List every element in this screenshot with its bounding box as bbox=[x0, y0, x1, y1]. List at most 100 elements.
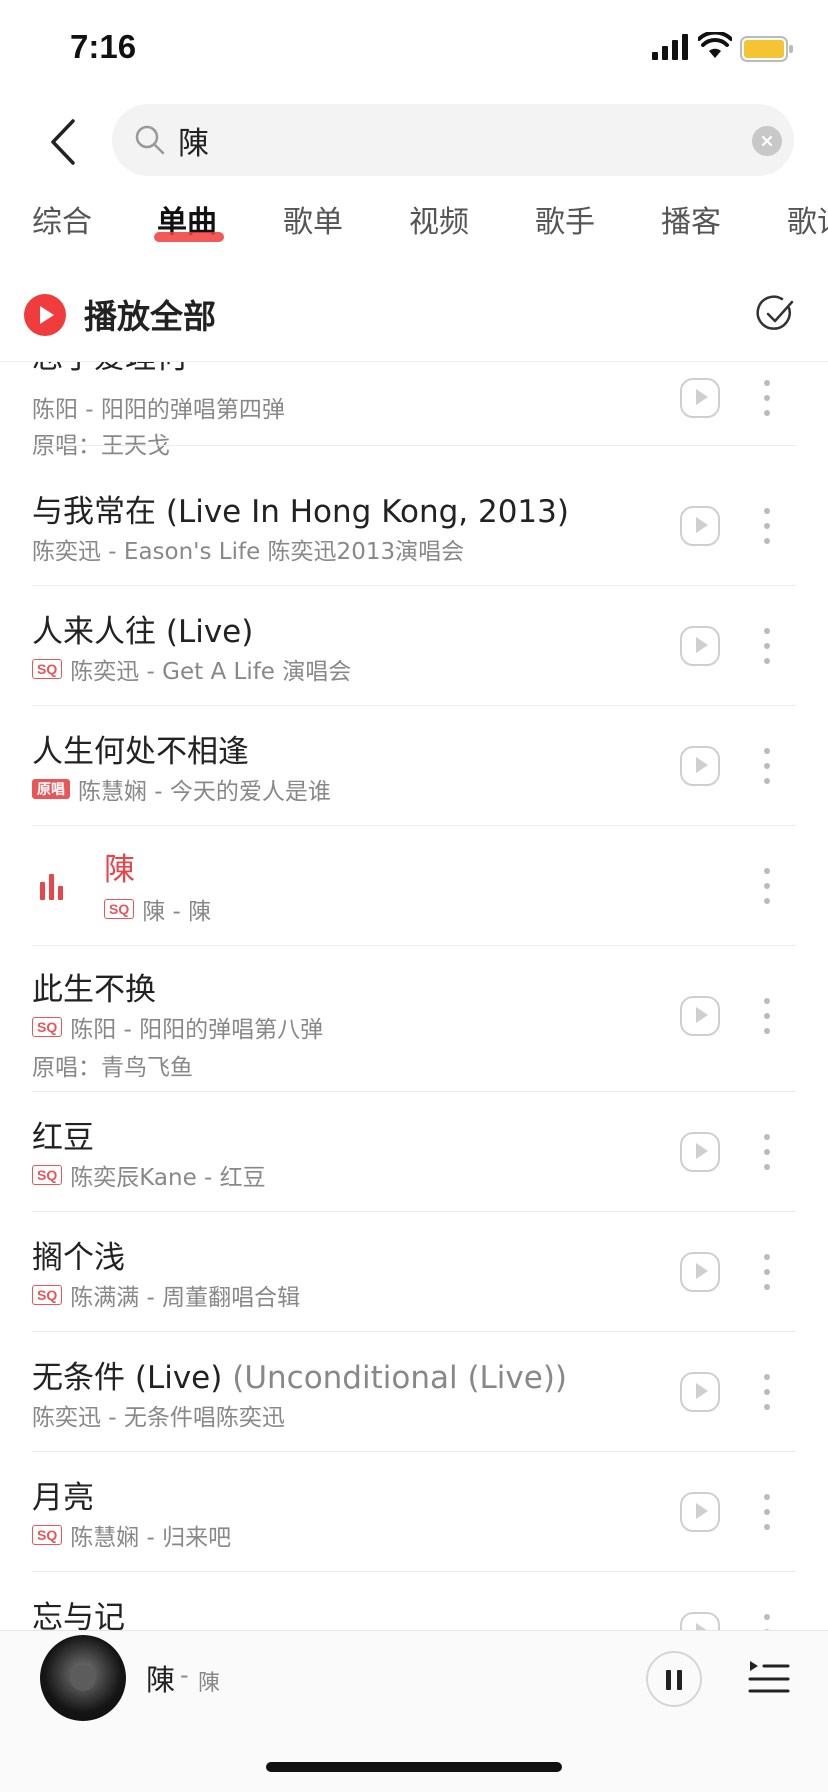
mv-play-icon[interactable] bbox=[680, 626, 720, 666]
more-options-icon[interactable] bbox=[762, 868, 772, 904]
song-artist-album: 陈慧娴 - 归来吧 bbox=[70, 1525, 232, 1551]
tab-artists[interactable]: 歌手 bbox=[535, 196, 595, 250]
mv-play-icon[interactable] bbox=[680, 996, 720, 1036]
wifi-icon bbox=[698, 32, 732, 58]
song-title: 无条件 (Live) (Unconditional (Live)) bbox=[32, 1352, 567, 1397]
song-item[interactable]: 此生不换 SQ 陈阳 - 阳阳的弹唱第八弹 原唱：青鸟飞鱼 bbox=[0, 946, 828, 1092]
song-subtitle: 陈阳 - 阳阳的弹唱第四弹 bbox=[32, 390, 285, 424]
mv-play-icon[interactable] bbox=[680, 1132, 720, 1172]
home-indicator bbox=[266, 1762, 562, 1772]
song-title-main: 无条件 (Live) bbox=[32, 1360, 223, 1396]
sq-badge: SQ bbox=[32, 659, 63, 679]
more-options-icon[interactable] bbox=[762, 1134, 772, 1170]
more-options-icon[interactable] bbox=[762, 1494, 772, 1530]
song-subtitle: SQ 陈奕辰Kane - 红豆 bbox=[32, 1158, 266, 1192]
mv-play-icon[interactable] bbox=[680, 746, 720, 786]
tab-playlists[interactable]: 歌单 bbox=[283, 196, 343, 250]
more-options-icon[interactable] bbox=[762, 1374, 772, 1410]
back-button[interactable] bbox=[40, 112, 84, 172]
search-input[interactable]: 陳 bbox=[112, 104, 794, 176]
more-options-icon[interactable] bbox=[762, 1614, 772, 1630]
mv-play-icon[interactable] bbox=[680, 1252, 720, 1292]
song-item[interactable]: 忘与记 bbox=[0, 1572, 828, 1630]
song-artist-album: 陈奕迅 - 无条件唱陈奕迅 bbox=[32, 1405, 285, 1431]
song-artist-album: 陈慧娴 - 今天的爱人是谁 bbox=[78, 779, 331, 805]
playlist-icon[interactable] bbox=[748, 1655, 790, 1699]
original-badge: 原唱 bbox=[32, 779, 70, 799]
song-list: 忘了爱理何 陈阳 - 阳阳的弹唱第四弹 原唱：王天戈 与我常在 (Live In… bbox=[0, 362, 828, 1630]
tab-podcasts[interactable]: 播客 bbox=[661, 196, 721, 250]
song-item[interactable]: 月亮 SQ 陈慧娴 - 归来吧 bbox=[0, 1452, 828, 1572]
battery-icon bbox=[740, 36, 793, 62]
song-title: 忘了爱理何 bbox=[32, 362, 187, 377]
song-item-playing[interactable]: 陳 SQ 陳 - 陳 bbox=[0, 826, 828, 946]
play-all-label[interactable]: 播放全部 bbox=[84, 290, 216, 338]
status-bar: 7:16 bbox=[0, 0, 828, 100]
song-title: 忘与记 bbox=[32, 1600, 125, 1630]
now-playing-bars-icon bbox=[40, 874, 63, 900]
pause-button[interactable] bbox=[646, 1651, 702, 1707]
mv-play-icon[interactable] bbox=[680, 378, 720, 418]
now-playing-separator: - bbox=[180, 1661, 189, 1689]
multiselect-check-icon[interactable] bbox=[756, 294, 796, 334]
song-subtitle: 原唱 陈慧娴 - 今天的爱人是谁 bbox=[32, 772, 331, 806]
more-options-icon[interactable] bbox=[762, 748, 772, 784]
song-subtitle: 陈奕迅 - Eason's Life 陈奕迅2013演唱会 bbox=[32, 532, 464, 566]
tab-overview[interactable]: 综合 bbox=[32, 196, 92, 250]
song-artist-album: 陈奕迅 - Get A Life 演唱会 bbox=[70, 659, 352, 685]
signal-icon bbox=[652, 34, 688, 60]
status-time: 7:16 bbox=[70, 28, 137, 65]
more-options-icon[interactable] bbox=[762, 1254, 772, 1290]
song-subtitle: SQ 陈阳 - 阳阳的弹唱第八弹 bbox=[32, 1010, 323, 1044]
now-playing-artist: 陳 bbox=[198, 1671, 221, 1696]
song-artist-album: 陈阳 - 阳阳的弹唱第四弹 bbox=[32, 397, 285, 423]
song-item[interactable]: 与我常在 (Live In Hong Kong, 2013) 陈奕迅 - Eas… bbox=[0, 466, 828, 586]
clear-icon[interactable] bbox=[752, 126, 782, 156]
now-playing-title: 陳 bbox=[146, 1663, 176, 1697]
more-options-icon[interactable] bbox=[762, 508, 772, 544]
search-icon bbox=[135, 125, 165, 155]
play-all-bar: 播放全部 bbox=[0, 282, 828, 362]
tab-lyrics[interactable]: 歌词 bbox=[787, 196, 828, 250]
divider bbox=[32, 445, 796, 446]
song-title: 人来人往 (Live) bbox=[32, 614, 254, 650]
song-subtitle: 陈奕迅 - 无条件唱陈奕迅 bbox=[32, 1398, 285, 1432]
mv-play-icon[interactable] bbox=[680, 506, 720, 546]
song-title: 月亮 bbox=[32, 1480, 94, 1516]
album-cover-art[interactable] bbox=[40, 1635, 126, 1721]
song-original-singer: 原唱：王天戈 bbox=[32, 433, 170, 459]
song-title: 搁个浅 bbox=[32, 1240, 125, 1276]
song-artist-album: 陈奕迅 - Eason's Life 陈奕迅2013演唱会 bbox=[32, 539, 465, 565]
song-artist-album: 陈满满 - 周董翻唱合辑 bbox=[70, 1285, 301, 1311]
song-artist-album: 陈阳 - 阳阳的弹唱第八弹 bbox=[70, 1017, 324, 1043]
mv-play-icon[interactable] bbox=[680, 1612, 720, 1630]
song-title-alt: (Unconditional (Live)) bbox=[232, 1360, 568, 1396]
song-item[interactable]: 人来人往 (Live) SQ 陈奕迅 - Get A Life 演唱会 bbox=[0, 586, 828, 706]
more-options-icon[interactable] bbox=[762, 998, 772, 1034]
song-item[interactable]: 搁个浅 SQ 陈满满 - 周董翻唱合辑 bbox=[0, 1212, 828, 1332]
more-options-icon[interactable] bbox=[762, 380, 772, 416]
sq-badge: SQ bbox=[32, 1017, 63, 1037]
mv-play-icon[interactable] bbox=[680, 1372, 720, 1412]
song-item[interactable]: 忘了爱理何 陈阳 - 阳阳的弹唱第四弹 原唱：王天戈 bbox=[0, 362, 828, 459]
sq-badge: SQ bbox=[32, 1285, 63, 1305]
sq-badge: SQ bbox=[32, 1165, 63, 1185]
song-title: 人生何处不相逢 bbox=[32, 734, 249, 770]
more-options-icon[interactable] bbox=[762, 628, 772, 664]
chevron-left-icon bbox=[51, 119, 75, 165]
song-title: 红豆 bbox=[32, 1120, 94, 1156]
song-original-singer: 原唱：青鸟飞鱼 bbox=[32, 1055, 193, 1081]
sq-badge: SQ bbox=[32, 1525, 63, 1545]
song-item[interactable]: 人生何处不相逢 原唱 陈慧娴 - 今天的爱人是谁 bbox=[0, 706, 828, 826]
tab-videos[interactable]: 视频 bbox=[409, 196, 469, 250]
song-artist-album: 陈奕辰Kane - 红豆 bbox=[70, 1165, 266, 1191]
play-all-button[interactable] bbox=[24, 294, 66, 336]
song-item[interactable]: 无条件 (Live) (Unconditional (Live)) 陈奕迅 - … bbox=[0, 1332, 828, 1452]
song-title: 与我常在 (Live In Hong Kong, 2013) bbox=[32, 494, 569, 530]
song-subtitle: SQ 陳 - 陳 bbox=[104, 892, 211, 926]
song-title: 此生不换 bbox=[32, 972, 156, 1008]
song-item[interactable]: 红豆 SQ 陈奕辰Kane - 红豆 bbox=[0, 1092, 828, 1212]
mv-play-icon[interactable] bbox=[680, 1492, 720, 1532]
search-tabs: 综合 单曲 歌单 视频 歌手 播客 歌词 bbox=[0, 196, 828, 256]
song-subtitle: SQ 陈奕迅 - Get A Life 演唱会 bbox=[32, 652, 351, 686]
